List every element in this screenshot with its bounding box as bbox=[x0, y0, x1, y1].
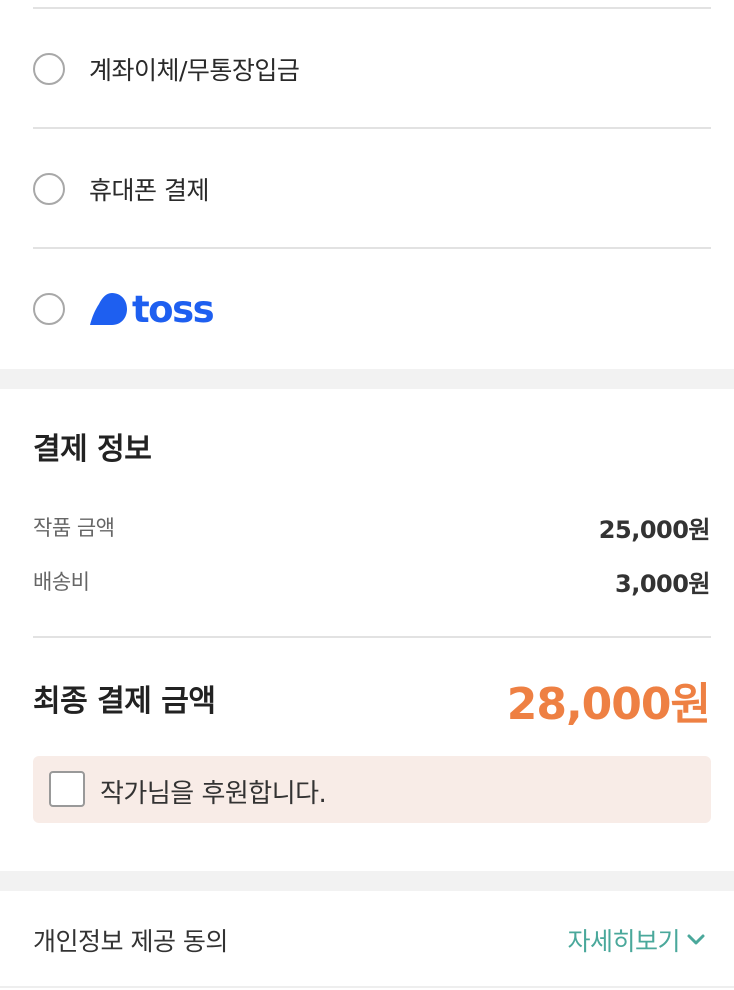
final-amount-value: 28,000원 bbox=[506, 679, 711, 730]
privacy-detail-link[interactable]: 자세히보기 bbox=[567, 922, 706, 958]
support-checkbox[interactable] bbox=[49, 771, 85, 807]
payment-info-title: 결제 정보 bbox=[33, 432, 152, 467]
payment-methods-section: 계좌이체/무통장입금 휴대폰 결제 toss bbox=[0, 0, 734, 369]
section-gap bbox=[0, 369, 734, 389]
payment-option-label: 계좌이체/무통장입금 bbox=[89, 56, 300, 85]
divider bbox=[0, 986, 734, 988]
product-amount-value: 25,000원 bbox=[598, 516, 711, 544]
radio-bank-transfer[interactable] bbox=[33, 53, 65, 85]
support-artist-option[interactable]: 작가님을 후원합니다. bbox=[33, 756, 711, 823]
payment-option-bank-transfer[interactable]: 계좌이체/무통장입금 bbox=[0, 10, 734, 128]
product-amount-label: 작품 금액 bbox=[33, 516, 115, 540]
divider bbox=[33, 127, 711, 129]
toss-logo: toss bbox=[90, 287, 215, 331]
chevron-down-icon bbox=[687, 934, 705, 945]
privacy-consent-label: 개인정보 제공 동의 bbox=[33, 927, 228, 956]
section-gap bbox=[0, 871, 734, 891]
divider bbox=[33, 247, 711, 249]
radio-toss[interactable] bbox=[33, 293, 65, 325]
toss-mark-icon bbox=[90, 293, 127, 325]
payment-option-label: 휴대폰 결제 bbox=[89, 176, 209, 205]
support-label: 작가님을 후원합니다. bbox=[100, 779, 327, 809]
radio-mobile[interactable] bbox=[33, 173, 65, 205]
payment-option-toss[interactable]: toss bbox=[0, 250, 734, 368]
shipping-fee-value: 3,000원 bbox=[615, 570, 711, 598]
detail-link-label: 자세히보기 bbox=[567, 927, 680, 956]
divider bbox=[33, 636, 711, 638]
divider bbox=[33, 7, 711, 9]
final-amount-label: 최종 결제 금액 bbox=[33, 684, 216, 719]
toss-wordmark: toss bbox=[132, 287, 215, 331]
shipping-fee-label: 배송비 bbox=[33, 570, 90, 594]
payment-option-mobile[interactable]: 휴대폰 결제 bbox=[0, 130, 734, 248]
